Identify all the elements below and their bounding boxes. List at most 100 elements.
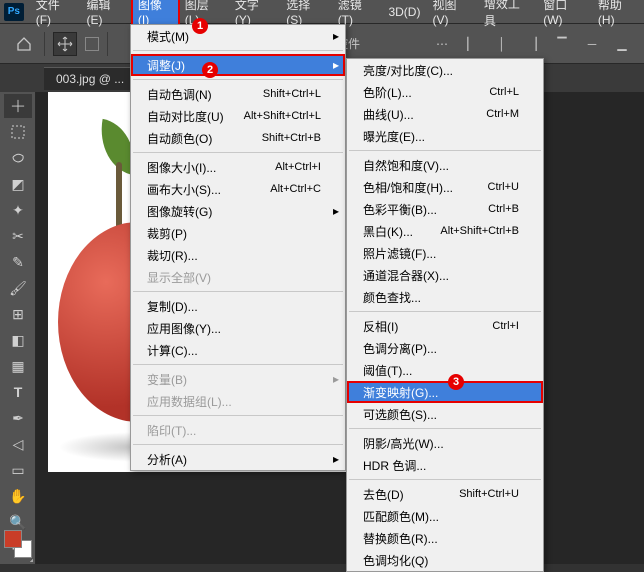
pen-tool[interactable]: ✒ [4, 406, 32, 430]
menu-equalize[interactable]: 色调均化(Q) [347, 549, 543, 571]
align-right-icon[interactable]: ▕ [520, 32, 544, 56]
separator [349, 428, 541, 429]
submenu-arrow-icon: ▸ [333, 29, 339, 43]
crop-tool[interactable]: ✂ [4, 224, 32, 248]
menu-apply-dataset: 应用数据组(L)... [131, 390, 345, 412]
menu-levels[interactable]: 色阶(L)...Ctrl+L [347, 81, 543, 103]
menu-black-white[interactable]: 黑白(K)...Alt+Shift+Ctrl+B [347, 220, 543, 242]
adjustments-submenu: 亮度/对比度(C)... 色阶(L)...Ctrl+L 曲线(U)...Ctrl… [346, 58, 544, 572]
menu-desaturate[interactable]: 去色(D)Shift+Ctrl+U [347, 483, 543, 505]
home-icon[interactable] [12, 32, 36, 56]
path-tool[interactable]: ◁ [4, 432, 32, 456]
annotation-badge-2: 2 [202, 62, 218, 78]
menu-window[interactable]: 窗口(W) [537, 0, 592, 30]
menu-curves[interactable]: 曲线(U)...Ctrl+M [347, 103, 543, 125]
menu-hdr-toning[interactable]: HDR 色调... [347, 454, 543, 476]
separator [133, 79, 343, 80]
align-bot-icon[interactable]: ▁ [610, 32, 634, 56]
shape-tool[interactable]: ▭ [4, 458, 32, 482]
menu-file[interactable]: 文件(F) [30, 0, 81, 30]
menu-edit[interactable]: 编辑(E) [80, 0, 131, 30]
separator [133, 50, 343, 51]
separator [133, 415, 343, 416]
separator [133, 444, 343, 445]
selection-tool[interactable]: ◩ [4, 172, 32, 196]
menu-invert[interactable]: 反相(I)Ctrl+I [347, 315, 543, 337]
menu-auto-tone[interactable]: 自动色调(N)Shift+Ctrl+L [131, 83, 345, 105]
menu-help[interactable]: 帮助(H) [592, 0, 644, 30]
menu-trim[interactable]: 裁切(R)... [131, 244, 345, 266]
menu-apply-image[interactable]: 应用图像(Y)... [131, 317, 345, 339]
menu-analysis[interactable]: 分析(A)▸ [131, 448, 345, 470]
separator [133, 152, 343, 153]
type-tool[interactable]: T [4, 380, 32, 404]
wand-tool[interactable]: ✦ [4, 198, 32, 222]
eraser-tool[interactable]: ◧ [4, 328, 32, 352]
image-menu-dropdown: 模式(M)▸ 调整(J)▸ 自动色调(N)Shift+Ctrl+L 自动对比度(… [130, 24, 346, 471]
menu-view[interactable]: 视图(V) [426, 0, 477, 30]
submenu-arrow-icon: ▸ [333, 372, 339, 386]
submenu-arrow-icon: ▸ [333, 204, 339, 218]
gradient-tool[interactable]: ▦ [4, 354, 32, 378]
separator [133, 291, 343, 292]
menu-auto-color[interactable]: 自动颜色(O)Shift+Ctrl+B [131, 127, 345, 149]
menu-auto-contrast[interactable]: 自动对比度(U)Alt+Shift+Ctrl+L [131, 105, 345, 127]
3dmode-icon[interactable]: ⋯ [430, 32, 454, 56]
menu-shadows-highlights[interactable]: 阴影/高光(W)... [347, 432, 543, 454]
menu-3d[interactable]: 3D(D) [382, 2, 426, 22]
menu-gradient-map[interactable]: 渐变映射(G)... [347, 381, 543, 403]
separator [349, 311, 541, 312]
checkbox[interactable] [85, 37, 99, 51]
lasso-tool[interactable] [4, 146, 32, 170]
menu-trap: 陷印(T)... [131, 419, 345, 441]
separator [349, 479, 541, 480]
menu-adjustments[interactable]: 调整(J)▸ [131, 54, 345, 76]
menu-match-color[interactable]: 匹配颜色(M)... [347, 505, 543, 527]
image-content [116, 162, 122, 232]
menu-variables: 变量(B)▸ [131, 368, 345, 390]
brush-tool[interactable]: 🖌 [4, 276, 32, 300]
menu-crop[interactable]: 裁剪(P) [131, 222, 345, 244]
move-tool[interactable] [4, 94, 32, 118]
align-center-icon[interactable]: │ [490, 32, 514, 56]
menu-posterize[interactable]: 色调分离(P)... [347, 337, 543, 359]
color-swatch[interactable] [4, 530, 32, 558]
menu-color-balance[interactable]: 色彩平衡(B)...Ctrl+B [347, 198, 543, 220]
menu-vibrance[interactable]: 自然饱和度(V)... [347, 154, 543, 176]
eyedropper-tool[interactable]: ✎ [4, 250, 32, 274]
menu-canvas-size[interactable]: 画布大小(S)...Alt+Ctrl+C [131, 178, 345, 200]
menu-brightness-contrast[interactable]: 亮度/对比度(C)... [347, 59, 543, 81]
menu-calculations[interactable]: 计算(C)... [131, 339, 345, 361]
marquee-tool[interactable] [4, 120, 32, 144]
menu-mode[interactable]: 模式(M)▸ [131, 25, 345, 47]
align-top-icon[interactable]: ▔ [550, 32, 574, 56]
submenu-arrow-icon: ▸ [333, 58, 339, 72]
move-icon[interactable] [53, 32, 77, 56]
menu-duplicate[interactable]: 复制(D)... [131, 295, 345, 317]
menu-threshold[interactable]: 阈值(T)... [347, 359, 543, 381]
app-logo: Ps [4, 3, 24, 21]
menu-selective-color[interactable]: 可选颜色(S)... [347, 403, 543, 425]
menu-replace-color[interactable]: 替换颜色(R)... [347, 527, 543, 549]
separator [107, 32, 108, 56]
menu-image-rotation[interactable]: 图像旋转(G)▸ [131, 200, 345, 222]
document-tab[interactable]: 003.jpg @ ... [44, 67, 136, 90]
fg-color-swatch[interactable] [4, 530, 22, 548]
menu-plugins[interactable]: 增效工具 [478, 0, 537, 32]
separator [349, 150, 541, 151]
hand-tool[interactable]: ✋ [4, 484, 32, 508]
menu-exposure[interactable]: 曝光度(E)... [347, 125, 543, 147]
annotation-badge-3: 3 [448, 374, 464, 390]
menu-reveal-all: 显示全部(V) [131, 266, 345, 288]
submenu-arrow-icon: ▸ [333, 452, 339, 466]
menu-image-size[interactable]: 图像大小(I)...Alt+Ctrl+I [131, 156, 345, 178]
menu-photo-filter[interactable]: 照片滤镜(F)... [347, 242, 543, 264]
menu-color-lookup[interactable]: 颜色查找... [347, 286, 543, 308]
menu-hue-saturation[interactable]: 色相/饱和度(H)...Ctrl+U [347, 176, 543, 198]
menu-channel-mixer[interactable]: 通道混合器(X)... [347, 264, 543, 286]
align-left-icon[interactable]: ▏ [460, 32, 484, 56]
stamp-tool[interactable]: ⊞ [4, 302, 32, 326]
separator [44, 32, 45, 56]
align-mid-icon[interactable]: ─ [580, 32, 604, 56]
annotation-badge-1: 1 [192, 18, 208, 34]
